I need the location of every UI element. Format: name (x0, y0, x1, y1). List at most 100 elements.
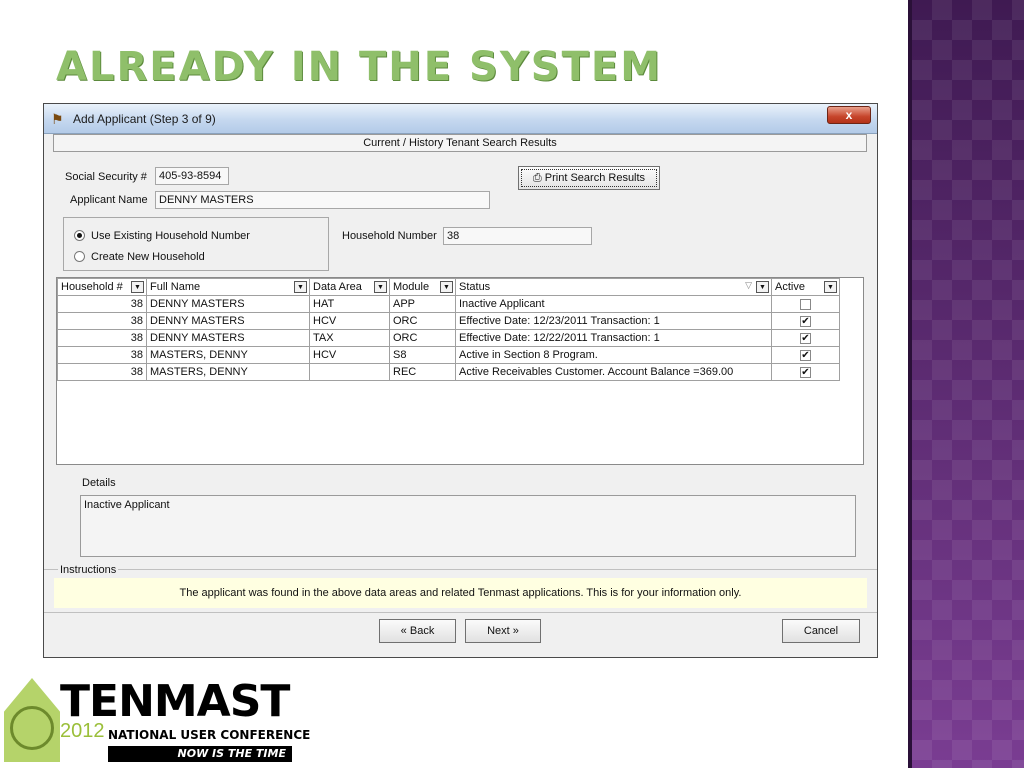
print-search-results-button[interactable]: ⎙ Print Search Results (518, 166, 660, 190)
instructions-label: Instructions (58, 564, 119, 576)
cell-household: 38 (57, 329, 147, 347)
radio-create-new-label: Create New Household (91, 251, 205, 263)
ssn-label: Social Security # (65, 171, 147, 183)
next-button[interactable]: Next » (465, 619, 541, 643)
cell-household: 38 (57, 346, 147, 364)
table-row[interactable]: 38 DENNY MASTERS HCV ORC Effective Date: 12/… (57, 312, 840, 330)
cell-status: Active in Section 8 Program. (455, 346, 772, 364)
cell-data-area: TAX (309, 329, 390, 347)
cell-module: REC (389, 363, 456, 381)
slide-title: ALREADY IN THE SYSTEM (56, 44, 663, 90)
cell-status: Effective Date: 12/23/2011 Transaction: … (455, 312, 772, 330)
cell-data-area (309, 363, 390, 381)
footer-divider (44, 612, 877, 613)
table-row[interactable]: 38 DENNY MASTERS HAT APP Inactive Applicant (57, 295, 840, 313)
next-button-label: Next (487, 625, 510, 637)
filter-dropdown-icon[interactable]: ▼ (294, 281, 307, 293)
column-header-data-area[interactable]: Data Area ▼ (309, 278, 390, 296)
household-option-group: Use Existing Household Number Create New… (63, 217, 329, 271)
table-row[interactable]: 38 MASTERS, DENNY REC Active Receivables Cu… (57, 363, 840, 381)
table-row[interactable]: 38 MASTERS, DENNY HCV S8 Active in Section 8… (57, 346, 840, 364)
app-icon: ⚑ (51, 111, 64, 127)
cell-active: ✔ (771, 346, 840, 364)
cell-module: ORC (389, 312, 456, 330)
details-label: Details (82, 477, 116, 489)
cell-module: APP (389, 295, 456, 313)
window-title: Add Applicant (Step 3 of 9) (73, 112, 216, 126)
logo-clock-icon (10, 706, 54, 750)
filter-dropdown-icon[interactable]: ▼ (440, 281, 453, 293)
cell-module: ORC (389, 329, 456, 347)
cell-status: Inactive Applicant (455, 295, 772, 313)
back-button-label: Back (409, 625, 435, 637)
cell-data-area: HCV (309, 312, 390, 330)
print-button-face: ⎙ Print Search Results (521, 169, 657, 187)
radio-selected-icon (74, 230, 85, 241)
sort-indicator-icon: ▽ (745, 280, 752, 290)
printer-icon: ⎙ (532, 172, 542, 184)
household-number-field[interactable]: 38 (443, 227, 592, 245)
column-header-active[interactable]: Active ▼ (771, 278, 840, 296)
chevron-right-icon: » (512, 625, 519, 637)
cancel-button[interactable]: Cancel (782, 619, 860, 643)
filter-dropdown-icon[interactable]: ▼ (824, 281, 837, 293)
column-header-full-name[interactable]: Full Name ▼ (146, 278, 310, 296)
filter-dropdown-icon[interactable]: ▼ (131, 281, 144, 293)
logo-year: 2012 (60, 720, 105, 742)
cell-active: ✔ (771, 312, 840, 330)
applicant-name-label: Applicant Name (70, 194, 148, 206)
cell-data-area: HAT (309, 295, 390, 313)
close-button[interactable]: x (827, 106, 871, 124)
radio-use-existing-household[interactable]: Use Existing Household Number (74, 230, 250, 242)
cell-household: 38 (57, 295, 147, 313)
instructions-divider (44, 569, 877, 570)
results-table-body: 38 DENNY MASTERS HAT APP Inactive Applicant 3… (57, 295, 840, 381)
results-table: Household # ▼ Full Name ▼ Data Area ▼ Modul… (57, 278, 840, 381)
cell-full-name: MASTERS, DENNY (146, 346, 310, 364)
instructions-text: The applicant was found in the above dat… (54, 578, 867, 608)
section-header: Current / History Tenant Search Results (53, 134, 867, 152)
filter-dropdown-icon[interactable]: ▼ (374, 281, 387, 293)
column-header-module[interactable]: Module ▼ (389, 278, 456, 296)
cell-household: 38 (57, 363, 147, 381)
print-button-label: Print Search Results (544, 172, 646, 184)
column-header-household[interactable]: Household # ▼ (57, 278, 147, 296)
cell-status: Active Receivables Customer. Account Bal… (455, 363, 772, 381)
applicant-name-field[interactable]: DENNY MASTERS (155, 191, 490, 209)
checkbox-checked-icon[interactable]: ✔ (800, 349, 811, 361)
cell-full-name: MASTERS, DENNY (146, 363, 310, 381)
side-panel-decoration (912, 0, 1024, 768)
checkbox-checked-icon[interactable]: ✔ (800, 366, 811, 378)
radio-create-new-household[interactable]: Create New Household (74, 251, 205, 263)
table-header-row: Household # ▼ Full Name ▼ Data Area ▼ Modul… (57, 278, 840, 296)
filter-dropdown-icon[interactable]: ▼ (756, 281, 769, 293)
details-textbox[interactable]: Inactive Applicant (80, 495, 856, 557)
cell-household: 38 (57, 312, 147, 330)
checkbox-unchecked-icon[interactable] (800, 298, 811, 310)
cell-full-name: DENNY MASTERS (146, 312, 310, 330)
household-number-label: Household Number (342, 230, 437, 242)
back-button[interactable]: « Back (379, 619, 456, 643)
checkbox-checked-icon[interactable]: ✔ (800, 332, 811, 344)
cell-active: ✔ (771, 329, 840, 347)
radio-use-existing-label: Use Existing Household Number (91, 230, 250, 242)
checkbox-checked-icon[interactable]: ✔ (800, 315, 811, 327)
cell-active: ✔ (771, 363, 840, 381)
cell-data-area: HCV (309, 346, 390, 364)
cell-full-name: DENNY MASTERS (146, 329, 310, 347)
cell-active (771, 295, 840, 313)
window-titlebar[interactable]: ⚑ Add Applicant (Step 3 of 9) x (44, 104, 877, 134)
add-applicant-window: ⚑ Add Applicant (Step 3 of 9) x Current … (43, 103, 878, 658)
table-row[interactable]: 38 DENNY MASTERS TAX ORC Effective Date: 12/… (57, 329, 840, 347)
radio-unselected-icon (74, 251, 85, 262)
ssn-field[interactable]: 405-93-8594 (155, 167, 229, 185)
search-results-grid: Household # ▼ Full Name ▼ Data Area ▼ Modul… (56, 277, 864, 465)
logo-tagline: NOW IS THE TIME (108, 746, 292, 762)
logo-subtitle: NATIONAL USER CONFERENCE (108, 728, 311, 742)
cell-module: S8 (389, 346, 456, 364)
cell-status: Effective Date: 12/22/2011 Transaction: … (455, 329, 772, 347)
chevron-left-icon: « (400, 625, 407, 637)
tenmast-logo: TENMAST 2012 NATIONAL USER CONFERENCE NO… (4, 676, 310, 766)
column-header-status[interactable]: Status ▽ ▼ (455, 278, 772, 296)
cell-full-name: DENNY MASTERS (146, 295, 310, 313)
